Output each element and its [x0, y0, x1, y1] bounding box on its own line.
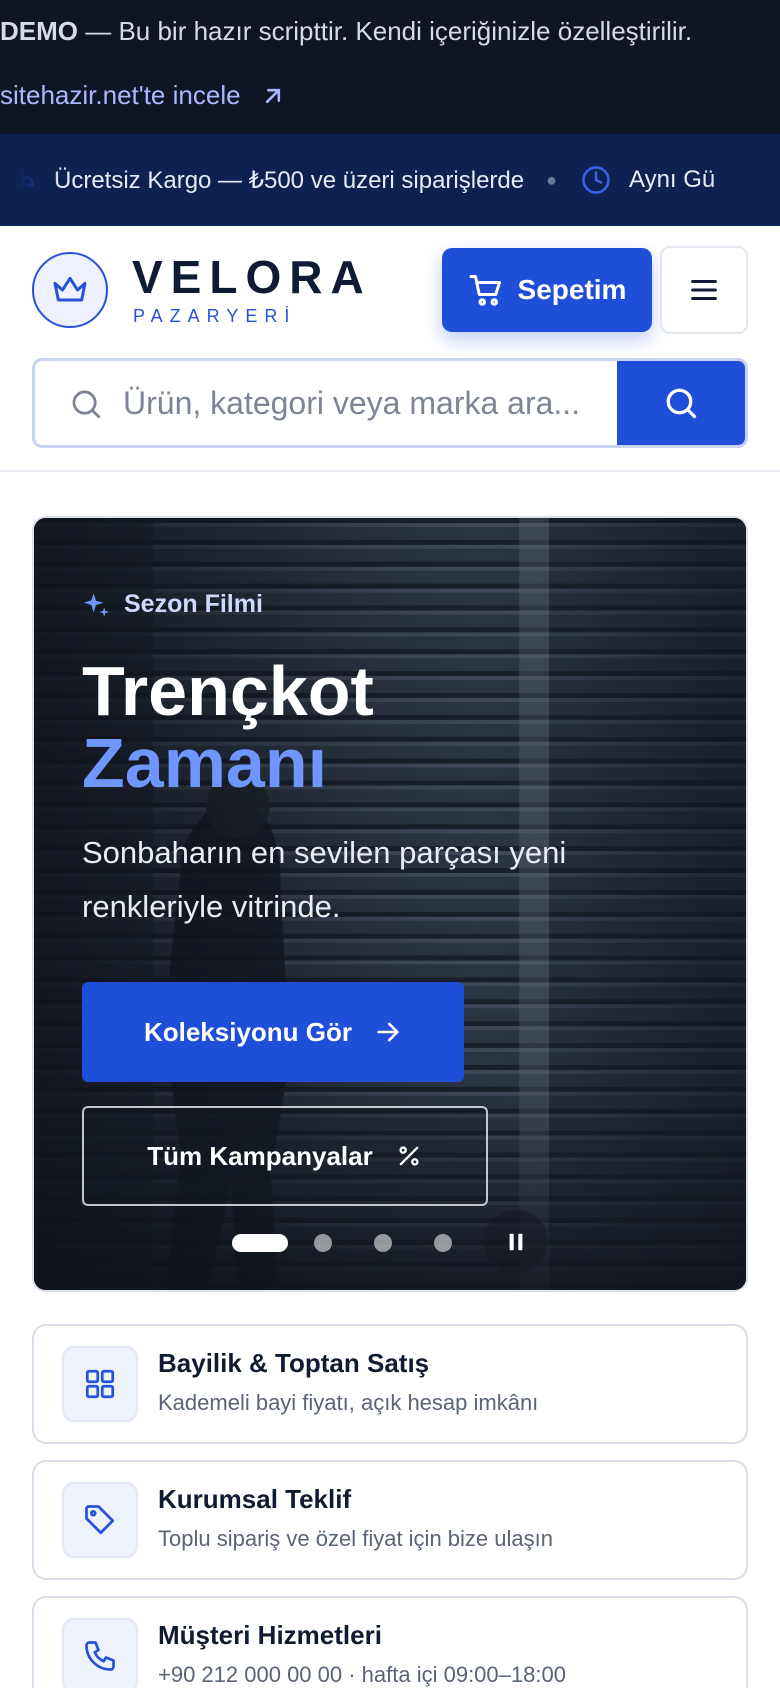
all-campaigns-label: Tüm Kampanyalar: [147, 1140, 373, 1171]
hero-title: Trençkot: [82, 652, 374, 730]
demo-message: — Bu bir hazır scripttir. Kendi içeriğin…: [78, 16, 693, 46]
cart-icon: [469, 275, 501, 306]
view-collection-button[interactable]: Koleksiyonu Gör: [82, 982, 464, 1082]
demo-bar: DEMO — Bu bir hazır scripttir. Kendi içe…: [0, 0, 780, 134]
info-card-corporate-quote[interactable]: Kurumsal Teklif Toplu sipariş ve özel fi…: [32, 1460, 748, 1580]
search-input[interactable]: [123, 361, 653, 445]
demo-label: DEMO: [0, 16, 78, 46]
announcement-item: Ücretsiz Kargo — ₺500 ve üzeri siparişle…: [54, 166, 525, 194]
logo-badge[interactable]: [32, 252, 108, 328]
hero-description: Sonbaharın en sevilen parçası yeni renkl…: [82, 835, 567, 924]
card-subtitle: +90 212 000 00 00 · hafta içi 09:00–18:0…: [158, 1662, 566, 1687]
percent-icon: [399, 1146, 419, 1166]
tag-icon: [85, 1505, 115, 1535]
clock-icon: [582, 166, 610, 194]
arrow-up-right-icon: [265, 88, 280, 103]
slide-dot-active[interactable]: [232, 1234, 288, 1252]
grid-icon: [85, 1369, 115, 1399]
demo-notice: DEMO — Bu bir hazır scripttir. Kendi içe…: [0, 16, 692, 47]
pause-icon: [509, 1233, 523, 1251]
announcement-item: Aynı Gü: [629, 166, 716, 193]
card-title: Kurumsal Teklif: [158, 1484, 352, 1514]
search-icon: [72, 390, 101, 419]
card-icon-box: [62, 1618, 138, 1688]
separator-dot: ●: [546, 169, 557, 190]
card-subtitle: Toplu sipariş ve özel fiyat için bize ul…: [158, 1526, 553, 1551]
view-collection-label: Koleksiyonu Gör: [143, 1016, 353, 1047]
sparkle-icon: [83, 592, 109, 617]
crown-icon: [53, 276, 87, 302]
slide-indicators: [232, 1234, 452, 1252]
hero-eyebrow-label: Sezon Filmi: [124, 590, 263, 618]
hero-eyebrow: Sezon Filmi: [82, 590, 263, 619]
all-campaigns-button[interactable]: Tüm Kampanyalar: [82, 1106, 488, 1206]
announcement-bar: Ücretsiz Kargo — ₺500 ve üzeri siparişle…: [0, 134, 780, 226]
hamburger-icon: [691, 279, 717, 301]
demo-link-label: sitehazir.net'te incele: [0, 80, 241, 110]
slide-dot[interactable]: [434, 1234, 452, 1252]
site-header: VELORA PAZARYERİ Sepetim: [0, 226, 780, 472]
hero-slider: Sezon Filmi Trençkot Zamanı Sonbaharın e…: [32, 516, 748, 1292]
brand-subtitle: PAZARYERİ: [133, 306, 297, 326]
search-button[interactable]: [617, 361, 745, 445]
search-icon: [666, 388, 697, 419]
cart-button[interactable]: Sepetim: [442, 248, 652, 332]
phone-icon: [85, 1641, 115, 1671]
cart-label: Sepetim: [517, 274, 627, 305]
card-icon-box: [62, 1482, 138, 1558]
demo-link[interactable]: sitehazir.net'te incele: [0, 80, 287, 111]
hero-title-accent: Zamanı: [82, 724, 328, 802]
search-bar: [32, 358, 748, 448]
announcement-track: Ücretsiz Kargo — ₺500 ve üzeri siparişle…: [6, 134, 716, 226]
menu-button[interactable]: [660, 246, 748, 334]
info-card-customer-service[interactable]: Müşteri Hizmetleri +90 212 000 00 00 · h…: [32, 1596, 748, 1688]
card-title: Bayilik & Toptan Satış: [158, 1348, 430, 1378]
info-card-wholesale[interactable]: Bayilik & Toptan Satış Kademeli bayi fiy…: [32, 1324, 748, 1444]
brand-name[interactable]: VELORA: [132, 250, 372, 304]
marquee-fade-right: [710, 134, 780, 226]
arrow-right-icon: [377, 1022, 399, 1042]
pause-button[interactable]: [484, 1210, 548, 1274]
card-title: Müşteri Hizmetleri: [158, 1620, 382, 1650]
card-subtitle: Kademeli bayi fiyatı, açık hesap imkânı: [158, 1390, 539, 1415]
card-icon-box: [62, 1346, 138, 1422]
slide-dot[interactable]: [374, 1234, 392, 1252]
slide-dot[interactable]: [314, 1234, 332, 1252]
marquee-fade-left: [0, 134, 60, 226]
